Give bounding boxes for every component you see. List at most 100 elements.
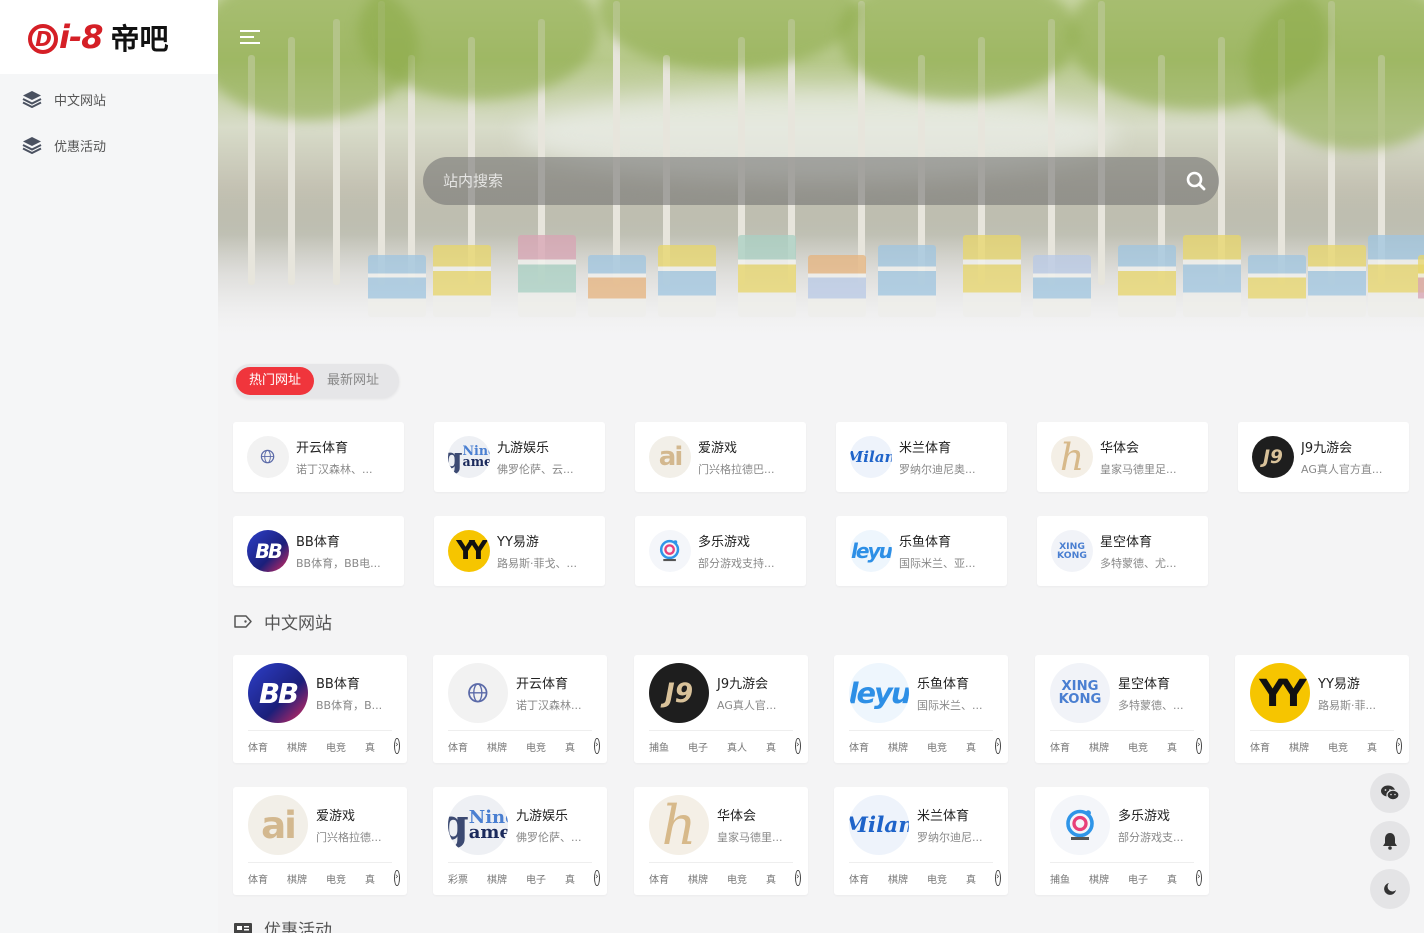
tab-hot[interactable]: 热门网址: [236, 367, 315, 395]
tab-newest[interactable]: 最新网址: [314, 367, 392, 395]
site-tag[interactable]: 真: [966, 739, 976, 754]
chevron-right-icon[interactable]: ›: [594, 870, 600, 886]
site-tag[interactable]: 棋牌: [1289, 739, 1309, 754]
site-tag[interactable]: 棋牌: [888, 739, 908, 754]
site-tag[interactable]: 棋牌: [888, 871, 908, 886]
site-tag[interactable]: 电竞: [326, 739, 346, 754]
sidebar-item-cn-sites[interactable]: 中文网站: [0, 76, 218, 122]
site-card[interactable]: leyu 乐鱼体育 国际米兰、... 体育 棋牌 电竞 真 ›: [834, 655, 1008, 763]
tag-icon: [234, 615, 252, 628]
hot-site-card[interactable]: ai 爱游戏 门兴格拉德巴...: [635, 422, 806, 492]
site-tag[interactable]: 体育: [248, 739, 268, 754]
ai-logo: ai: [649, 436, 691, 478]
site-tag[interactable]: 棋牌: [1089, 739, 1109, 754]
site-tag[interactable]: 真: [1167, 871, 1177, 886]
hot-site-card[interactable]: YY YY易游 路易斯·菲戈、...: [434, 516, 605, 586]
hot-site-card[interactable]: h 华体会 皇家马德里足...: [1037, 422, 1208, 492]
site-card[interactable]: gNineame 九游娱乐佛罗伦萨、... 彩票 棋牌 电子 真 ›: [433, 787, 607, 895]
site-tag[interactable]: 体育: [1250, 739, 1270, 754]
chevron-right-icon[interactable]: ›: [594, 738, 600, 754]
site-tag[interactable]: 棋牌: [287, 871, 307, 886]
site-tag[interactable]: 彩票: [448, 871, 468, 886]
chevron-right-icon[interactable]: ›: [995, 870, 1001, 886]
site-tag[interactable]: 真: [365, 739, 375, 754]
site-tag[interactable]: 真: [365, 871, 375, 886]
site-tag[interactable]: 真: [966, 871, 976, 886]
site-description: 诺丁汉森林...: [516, 699, 582, 712]
site-tag[interactable]: 棋牌: [688, 871, 708, 886]
site-tag[interactable]: 捕鱼: [649, 739, 669, 754]
site-tag[interactable]: 棋牌: [1089, 871, 1109, 886]
site-tag[interactable]: 棋牌: [487, 871, 507, 886]
site-tag[interactable]: 真: [766, 739, 776, 754]
site-description: BB体育，B...: [316, 699, 383, 712]
hot-site-card[interactable]: Milan 米兰体育罗纳尔迪尼奥...: [836, 422, 1007, 492]
site-tag[interactable]: 体育: [448, 739, 468, 754]
site-tag[interactable]: 体育: [649, 871, 669, 886]
notification-button[interactable]: [1370, 821, 1410, 861]
wechat-button[interactable]: [1370, 773, 1410, 813]
chevron-right-icon[interactable]: ›: [1196, 870, 1202, 886]
theme-toggle-button[interactable]: [1370, 869, 1410, 909]
chevron-right-icon[interactable]: ›: [394, 870, 400, 886]
site-card[interactable]: YY YY易游 路易斯·菲... 体育 棋牌 电竞 真 ›: [1235, 655, 1409, 763]
hot-site-card[interactable]: leyu 乐鱼体育 国际米兰、亚...: [836, 516, 1007, 586]
site-tag[interactable]: 电竞: [1128, 739, 1148, 754]
chevron-right-icon[interactable]: ›: [995, 738, 1001, 754]
search-icon[interactable]: [1185, 170, 1207, 192]
site-tag[interactable]: 电竞: [727, 871, 747, 886]
chevron-right-icon[interactable]: ›: [394, 738, 400, 754]
chevron-right-icon[interactable]: ›: [1396, 738, 1402, 754]
site-tag[interactable]: 体育: [248, 871, 268, 886]
site-description: 诺丁汉森林、...: [296, 463, 373, 476]
site-tag[interactable]: 真: [1167, 739, 1177, 754]
hot-site-card[interactable]: gNineame 九游娱乐佛罗伦萨、云...: [434, 422, 605, 492]
site-tag[interactable]: 体育: [849, 871, 869, 886]
j9-logo: J9: [649, 663, 709, 723]
chevron-right-icon[interactable]: ›: [795, 738, 801, 754]
site-tag[interactable]: 真: [565, 871, 575, 886]
site-tag[interactable]: 体育: [1050, 739, 1070, 754]
chevron-right-icon[interactable]: ›: [1196, 738, 1202, 754]
site-tag[interactable]: 捕鱼: [1050, 871, 1070, 886]
site-tag[interactable]: 电子: [1128, 871, 1148, 886]
site-card[interactable]: h 华体会 皇家马德里... 体育 棋牌 电竞 真 ›: [634, 787, 808, 895]
chevron-right-icon[interactable]: ›: [795, 870, 801, 886]
menu-toggle-icon[interactable]: [240, 30, 260, 44]
logo-mark: Di-8: [28, 18, 104, 56]
site-tag[interactable]: 真人: [727, 739, 747, 754]
site-tags: 体育 棋牌 电竞 真 ›: [248, 738, 400, 754]
site-tag[interactable]: 电子: [688, 739, 708, 754]
site-tag[interactable]: 电竞: [1328, 739, 1348, 754]
site-card[interactable]: ai 爱游戏 门兴格拉德... 体育 棋牌 电竞 真 ›: [233, 787, 407, 895]
bb-logo: BB: [248, 663, 308, 723]
site-card[interactable]: BB BB体育 BB体育，B... 体育 棋牌 电竞 真 ›: [233, 655, 407, 763]
hot-site-card[interactable]: BB BB体育 BB体育，BB电...: [233, 516, 404, 586]
site-tag[interactable]: 电竞: [927, 739, 947, 754]
site-tag[interactable]: 真: [1367, 739, 1377, 754]
hot-site-card[interactable]: 开云体育 诺丁汉森林、...: [233, 422, 404, 492]
site-card[interactable]: 开云体育 诺丁汉森林... 体育 棋牌 电竞 真 ›: [433, 655, 607, 763]
site-tag[interactable]: 棋牌: [487, 739, 507, 754]
site-title: 爱游戏: [316, 809, 356, 824]
site-card[interactable]: XING KONG 星空体育 多特蒙德、... 体育 棋牌 电竞 真 ›: [1035, 655, 1209, 763]
duole-logo: [649, 530, 691, 572]
site-card[interactable]: 多乐游戏 部分游戏支... 捕鱼 棋牌 电子 真 ›: [1035, 787, 1209, 895]
hot-site-card[interactable]: 多乐游戏 部分游戏支持...: [635, 516, 806, 586]
site-card[interactable]: Milan 米兰体育罗纳尔迪尼... 体育 棋牌 电竞 真 ›: [834, 787, 1008, 895]
site-tag[interactable]: 真: [565, 739, 575, 754]
site-tag[interactable]: 体育: [849, 739, 869, 754]
site-tag[interactable]: 电竞: [526, 739, 546, 754]
site-tag[interactable]: 电竞: [326, 871, 346, 886]
site-tag[interactable]: 电竞: [927, 871, 947, 886]
hot-site-card[interactable]: XING KONG 星空体育 多特蒙德、尤...: [1037, 516, 1208, 586]
site-tag[interactable]: 电子: [526, 871, 546, 886]
hot-site-card[interactable]: J9 J9九游会 AG真人官方直...: [1238, 422, 1409, 492]
site-tags: 体育 棋牌 电竞 真 ›: [849, 738, 1001, 754]
site-logo[interactable]: Di-8 帝吧: [0, 0, 218, 74]
site-tag[interactable]: 棋牌: [287, 739, 307, 754]
sidebar-item-promotions[interactable]: 优惠活动: [0, 122, 218, 168]
site-tag[interactable]: 真: [766, 871, 776, 886]
search-input[interactable]: [423, 172, 1185, 190]
site-card[interactable]: J9 J9九游会 AG真人官... 捕鱼 电子 真人 真 ›: [634, 655, 808, 763]
